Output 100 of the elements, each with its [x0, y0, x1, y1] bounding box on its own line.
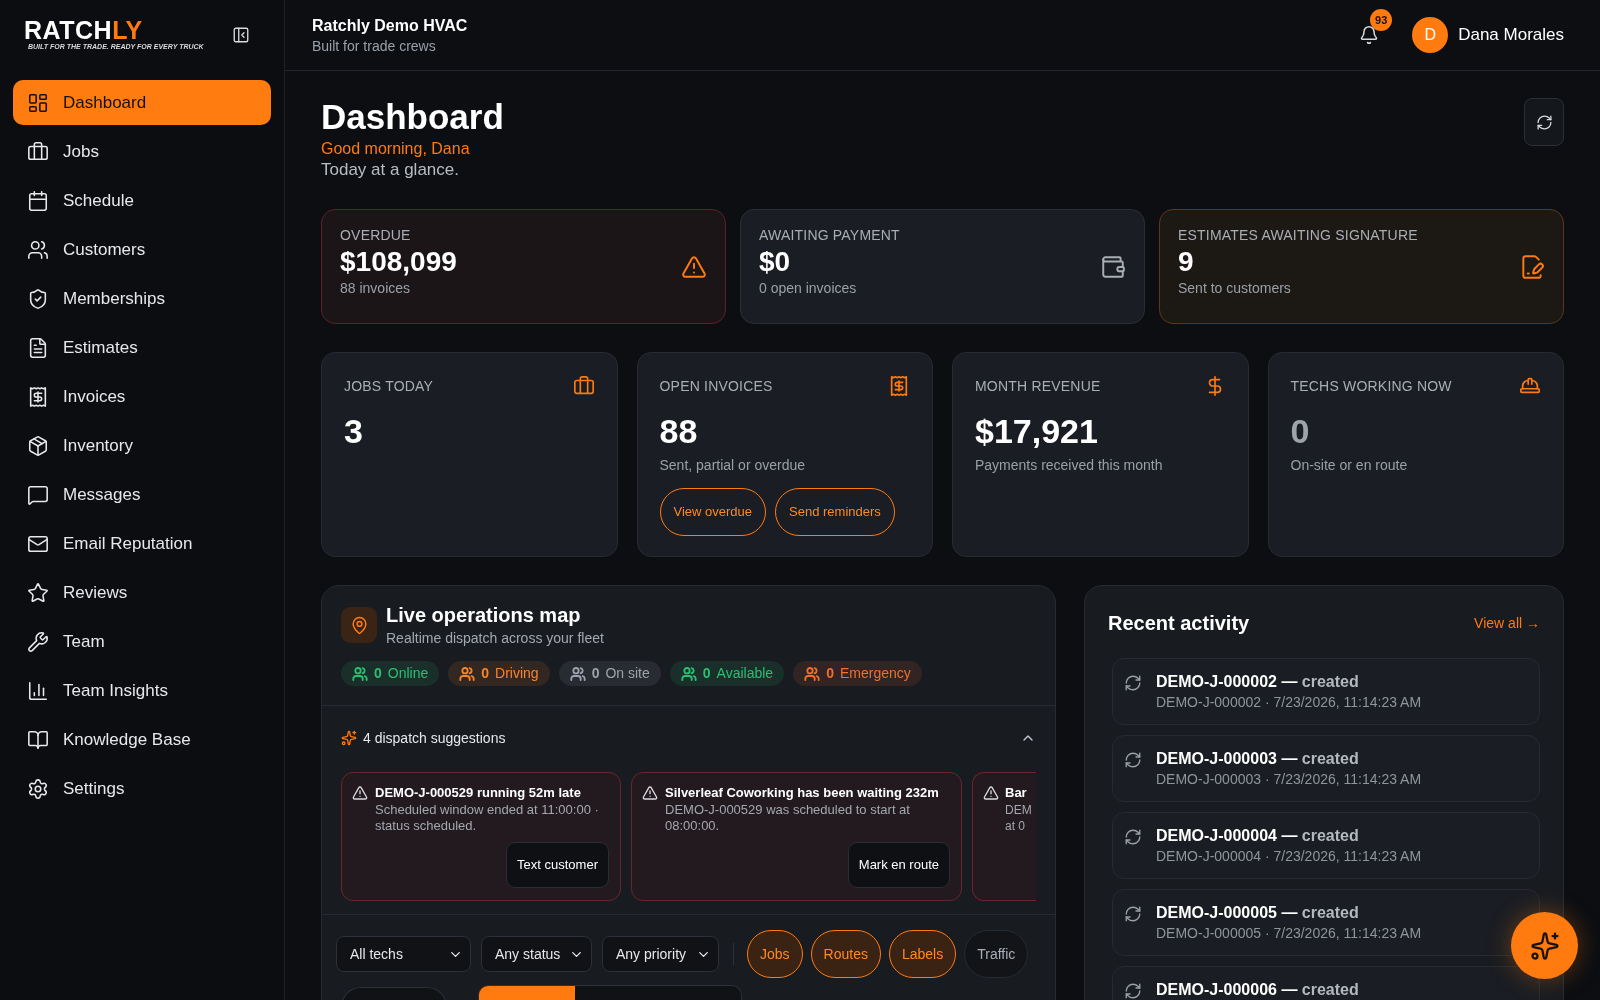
notification-badge: 93 — [1370, 9, 1393, 31]
page-subtitle: Today at a glance. — [321, 159, 460, 181]
suggestions-heading[interactable]: 4 dispatch suggestions — [363, 729, 506, 747]
nav-item[interactable]: Dashboard — [13, 80, 271, 125]
activity-meta: DEMO-J-000002 · 7/23/2026, 11:14:23 AM — [1156, 693, 1422, 711]
panel-title: Live operations map — [386, 603, 582, 627]
activity-item[interactable]: DEMO-J-000005 — created DEMO-J-000005 · 7/23/2026, 11:14:23 AM — [1112, 889, 1540, 956]
activity-title: DEMO-J-000006 — created — [1156, 981, 1359, 999]
card-note: Payments received this month — [975, 456, 1163, 474]
activity-meta: DEMO-J-000005 · 7/23/2026, 11:14:23 AM — [1156, 924, 1422, 942]
status-chip[interactable]: 0 Driving — [448, 661, 550, 686]
card-label: TECHS WORKING NOW — [1290, 377, 1452, 396]
calendar-icon — [27, 189, 49, 212]
activity-title: DEMO-J-000002 — created — [1156, 673, 1360, 691]
wallet-icon — [1100, 254, 1126, 280]
nav-item[interactable]: Jobs — [13, 129, 271, 174]
card-value: 88 — [659, 411, 698, 451]
users-icon — [27, 238, 49, 261]
receipt-icon — [888, 375, 910, 397]
briefcase-icon — [27, 140, 49, 163]
layer-toggle[interactable]: Labels — [888, 930, 957, 978]
card-note: Sent to customers — [1178, 279, 1292, 297]
nav-item[interactable]: Messages — [13, 472, 271, 517]
org-tagline: Built for trade crews — [312, 37, 437, 55]
suggestion-title: Bar — [1005, 784, 1028, 802]
card-value: $108,099 — [340, 245, 457, 279]
nav-item[interactable]: Invoices — [13, 374, 271, 419]
dashboard-grid-icon — [27, 91, 49, 114]
dropdown-select[interactable]: All techs — [336, 936, 471, 972]
card-label: OPEN INVOICES — [659, 377, 773, 396]
layer-toggle[interactable]: Routes — [810, 930, 881, 978]
card-note: On-site or en route — [1290, 456, 1408, 474]
dropdown-select[interactable]: Any status — [481, 936, 592, 972]
card-value: 0 — [1290, 411, 1310, 451]
bar-chart-icon — [27, 679, 49, 702]
card-note: 0 open invoices — [759, 279, 858, 297]
org-name: Ratchly Demo HVAC — [312, 16, 468, 36]
greeting-text: Good morning, Dana — [321, 139, 471, 159]
refresh-icon — [1124, 828, 1142, 846]
nav-item[interactable]: Customers — [13, 227, 271, 272]
warning-icon — [681, 254, 707, 280]
card-label: JOBS TODAY — [344, 377, 434, 396]
panel-subtitle: Realtime dispatch across your fleet — [386, 629, 604, 647]
panel-title: Recent activity — [1108, 611, 1250, 635]
suggestion-title: DEMO-J-000529 running 52m late — [375, 784, 582, 802]
wrench-icon — [27, 630, 49, 653]
nav-item[interactable]: Team Insights — [13, 668, 271, 713]
refresh-button[interactable] — [1524, 98, 1564, 146]
activity-item[interactable]: DEMO-J-000006 — created — [1112, 966, 1540, 1000]
suggestion-detail: DEM at 0 — [1005, 802, 1031, 834]
nav-item[interactable]: Estimates — [13, 325, 271, 370]
document-icon — [27, 336, 49, 359]
activity-item[interactable]: DEMO-J-000003 — created DEMO-J-000003 · 7/23/2026, 11:14:23 AM — [1112, 735, 1540, 802]
nav-item[interactable]: Email Reputation — [13, 521, 271, 566]
warning-icon — [352, 785, 368, 801]
bell-icon[interactable] — [1359, 25, 1380, 45]
view-all-link[interactable]: View all → — [1474, 612, 1540, 634]
shield-check-icon — [27, 287, 49, 310]
suggestion-detail: Scheduled window ended at 11:00:00 · status scheduled. — [375, 802, 600, 834]
refresh-icon — [1124, 751, 1142, 769]
refresh-icon — [1124, 905, 1142, 923]
card-note: 88 invoices — [340, 279, 412, 297]
refresh-icon — [1124, 674, 1142, 692]
card-value: 3 — [344, 411, 363, 451]
status-chip[interactable]: 0 Emergency — [793, 661, 922, 686]
suggestion-action-button[interactable]: Mark en route — [847, 842, 950, 888]
status-chip[interactable]: 0 Available — [669, 661, 785, 686]
nav-item[interactable]: Memberships — [13, 276, 271, 321]
card-value: $17,921 — [975, 411, 1098, 451]
package-icon — [27, 434, 49, 457]
nav-item[interactable]: Reviews — [13, 570, 271, 615]
card-value: 9 — [1178, 245, 1195, 279]
layer-toggle[interactable]: Traffic — [964, 930, 1029, 978]
card-label: OVERDUE — [340, 226, 412, 245]
status-chip[interactable]: 0 On site — [558, 661, 661, 686]
layer-toggle[interactable]: Jobs — [747, 930, 803, 978]
activity-title: DEMO-J-000003 — created — [1156, 750, 1360, 768]
nav-item[interactable]: Inventory — [13, 423, 271, 468]
star-icon — [27, 581, 49, 604]
activity-meta: DEMO-J-000004 · 7/23/2026, 11:14:23 AM — [1156, 847, 1422, 865]
card-label: AWAITING PAYMENT — [759, 226, 900, 245]
card-note: Sent, partial or overdue — [659, 456, 806, 474]
status-chip[interactable]: 0 Online — [341, 661, 440, 686]
sparkles-icon — [341, 730, 357, 746]
nav-item[interactable]: Schedule — [13, 178, 271, 223]
suggestion-action-button[interactable]: Text customer — [506, 842, 609, 888]
dropdown-select[interactable]: Any priority — [602, 936, 719, 972]
refresh-icon — [1124, 982, 1142, 1000]
document-pen-icon — [1519, 254, 1545, 280]
activity-item[interactable]: DEMO-J-000004 — created DEMO-J-000004 · 7/23/2026, 11:14:23 AM — [1112, 812, 1540, 879]
nav-item[interactable]: Team — [13, 619, 271, 664]
refresh-icon — [1535, 113, 1553, 131]
sparkles-icon — [1529, 930, 1560, 961]
nav-item[interactable]: Knowledge Base — [13, 717, 271, 762]
collapse-sidebar-icon[interactable] — [232, 26, 250, 44]
activity-item[interactable]: DEMO-J-000002 — created DEMO-J-000002 · 7/23/2026, 11:14:23 AM — [1112, 658, 1540, 725]
nav-item[interactable]: Settings — [13, 766, 271, 811]
suggestion-detail: DEMO-J-000529 was scheduled to start at 08:00:00. — [665, 802, 911, 834]
page-title: Dashboard — [321, 97, 504, 137]
warning-icon — [983, 785, 999, 801]
